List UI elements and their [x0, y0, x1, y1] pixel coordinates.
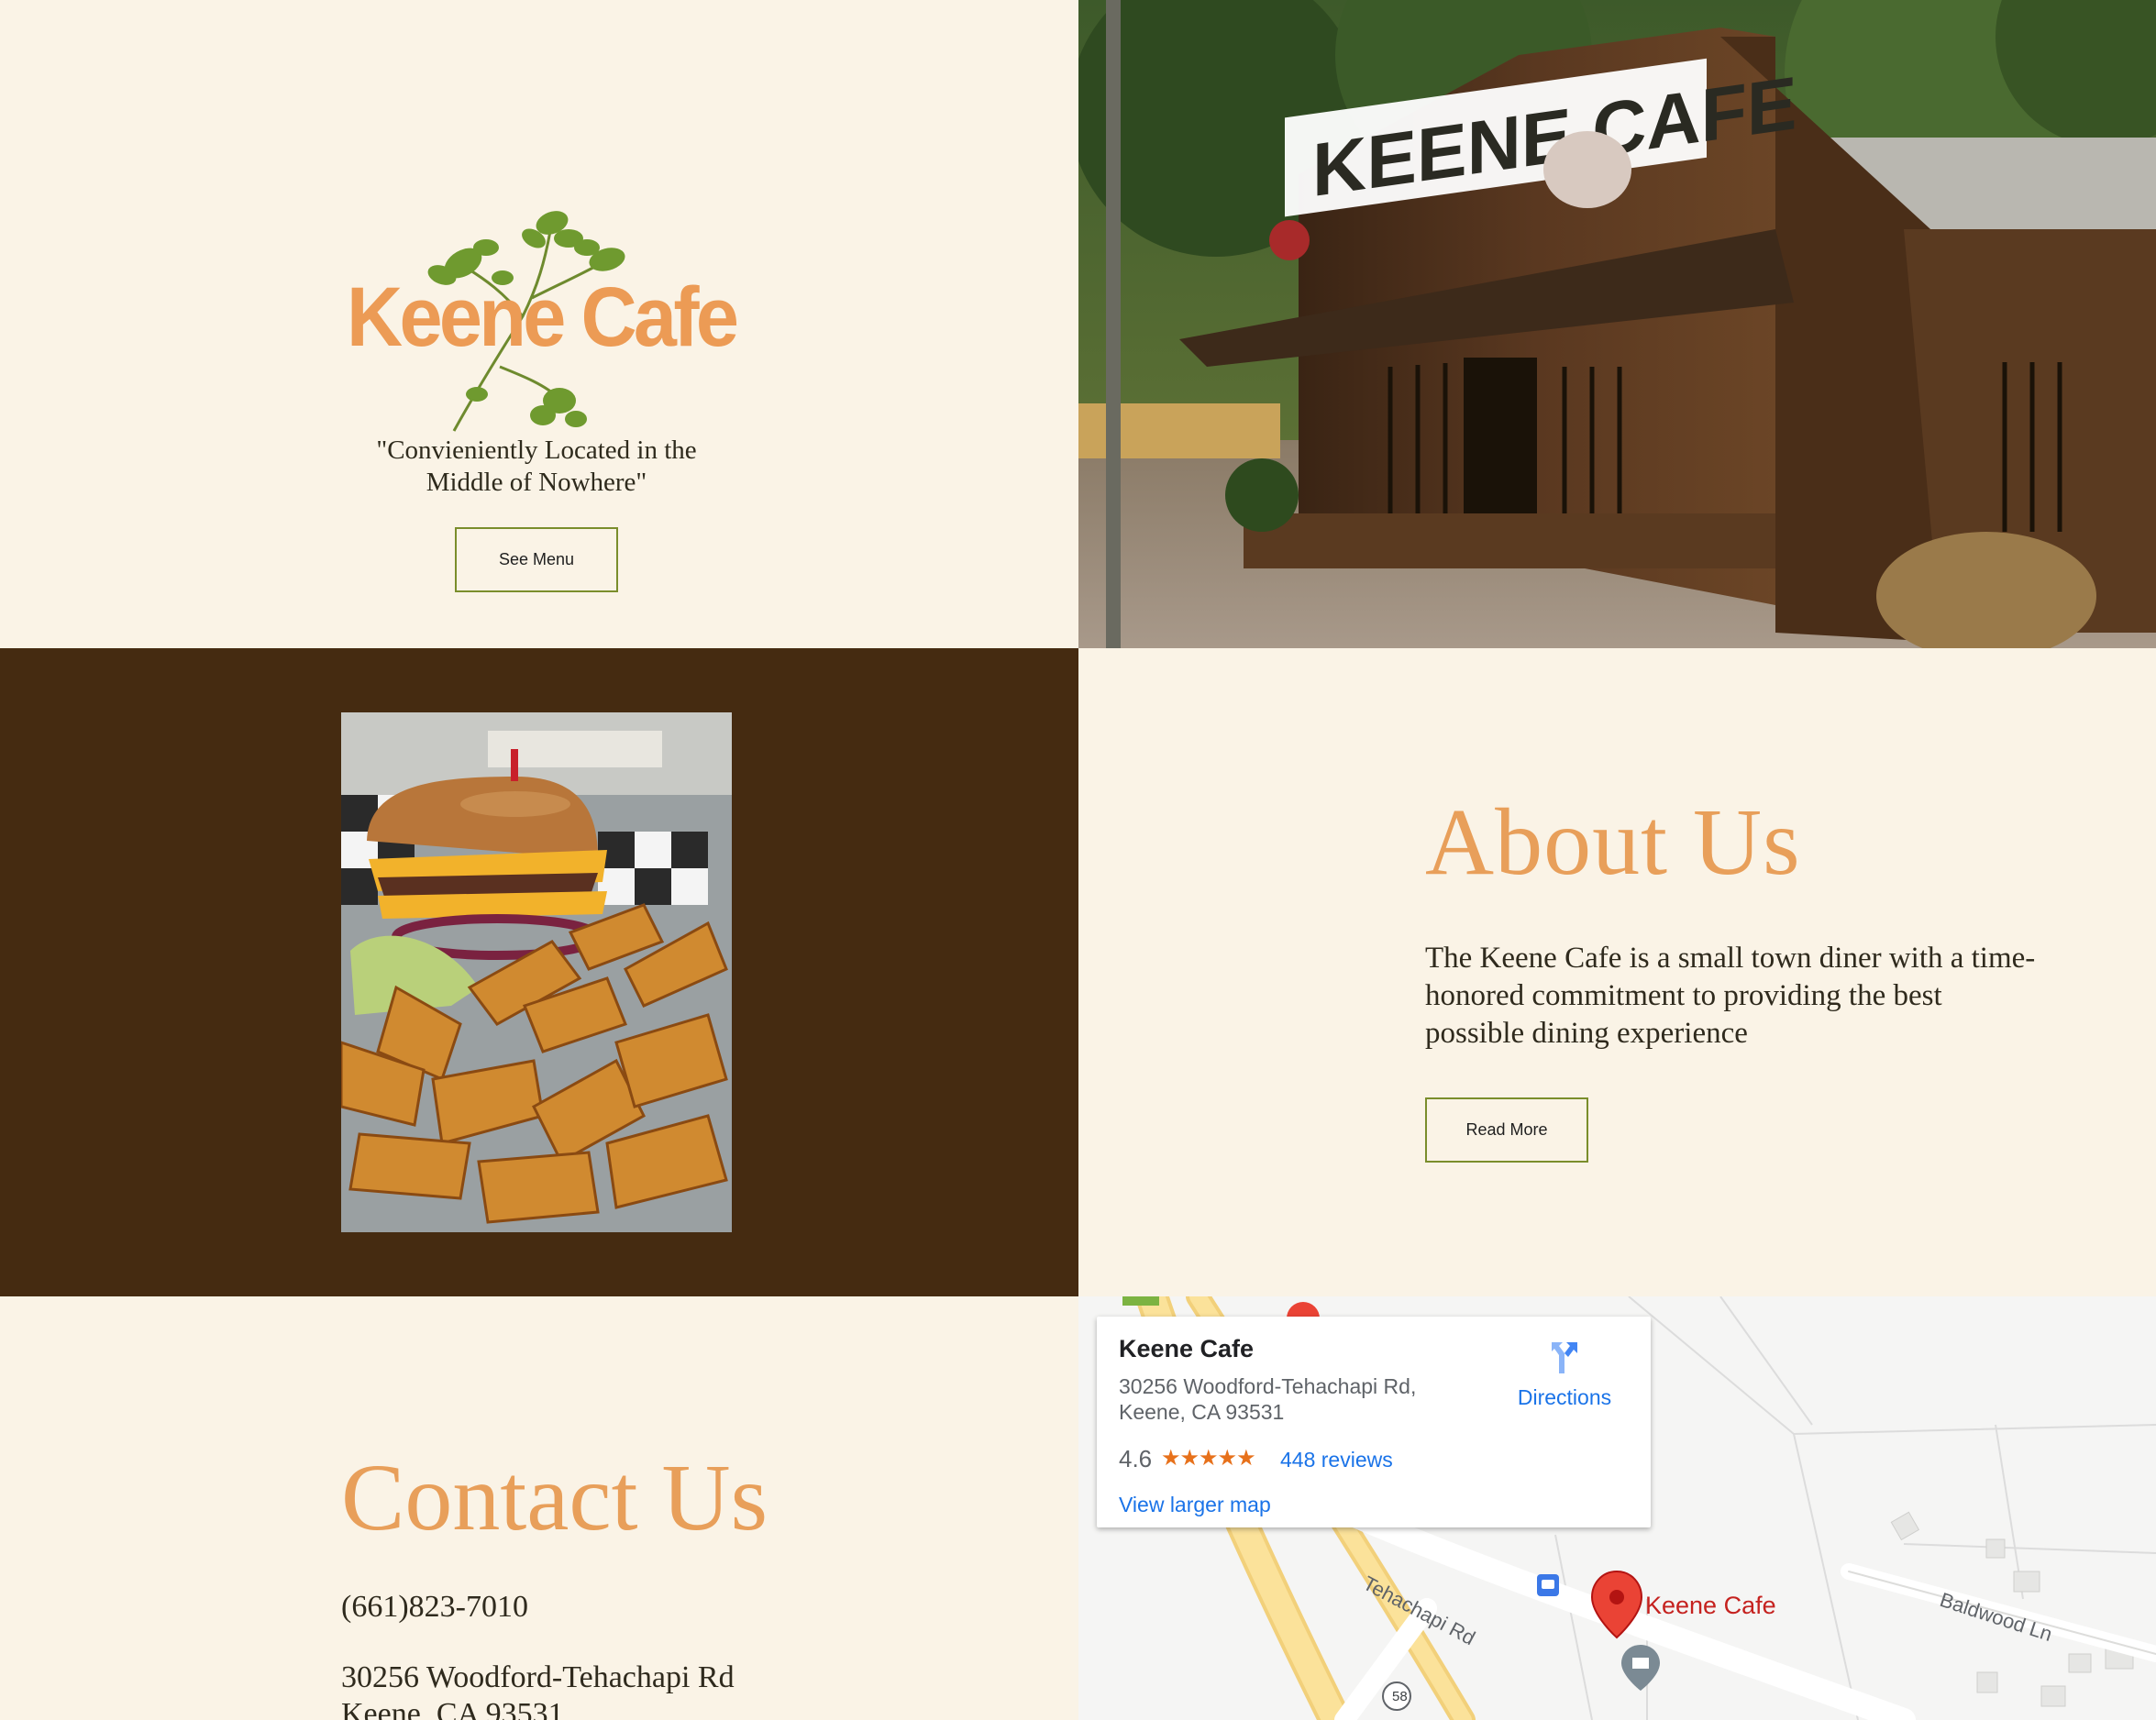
hero-section: Keene Cafe "Convieniently Located in the… [0, 0, 2156, 648]
contact-phone: (661)823-7010 [341, 1590, 528, 1624]
contact-address-line2: Keene, CA 93531 [341, 1697, 564, 1720]
read-more-button[interactable]: Read More [1425, 1097, 1588, 1163]
contact-address: 30256 Woodford-Tehachapi Rd Keene, CA 93… [341, 1659, 735, 1720]
about-panel: About Us The Keene Cafe is a small town … [1078, 648, 2156, 1296]
map-embed[interactable]: Keene Cafe Tehachapi Rd Baldwood Ln 58 K… [1078, 1296, 2156, 1720]
map-place-card: Keene Cafe 30256 Woodford-Tehachapi Rd, … [1097, 1317, 1651, 1527]
contact-address-line1: 30256 Woodford-Tehachapi Rd [341, 1660, 735, 1694]
burger-fries-image [341, 712, 732, 1232]
contact-title: Contact Us [341, 1445, 768, 1550]
place-address: 30256 Woodford-Tehachapi Rd, Keene, CA 9… [1119, 1373, 1486, 1425]
page: Keene Cafe "Convieniently Located in the… [0, 0, 2156, 1720]
place-address-line1: 30256 Woodford-Tehachapi Rd, [1119, 1374, 1417, 1398]
rating-stars-icon: ★★★★★ [1161, 1446, 1256, 1471]
about-title: About Us [1425, 789, 1801, 895]
place-address-line2: Keene, CA 93531 [1119, 1400, 1285, 1424]
see-menu-button[interactable]: See Menu [455, 527, 618, 592]
directions-icon [1552, 1342, 1577, 1373]
map-pin-label: Keene Cafe [1645, 1592, 1776, 1619]
about-body: The Keene Cafe is a small town diner wit… [1425, 942, 2036, 1050]
directions-button[interactable]: Directions [1500, 1337, 1629, 1410]
tagline: "Convieniently Located in the Middle of … [376, 436, 697, 497]
food-panel [0, 648, 1078, 1296]
place-rating: 4.6 [1119, 1445, 1153, 1472]
reviews-link[interactable]: 448 reviews [1280, 1448, 1393, 1472]
directions-label: Directions [1517, 1385, 1612, 1409]
about-section: About Us The Keene Cafe is a small town … [0, 648, 2156, 1296]
cafe-building-image: KEENE CAFE [1078, 0, 2156, 648]
burger-photo [341, 712, 732, 1232]
contact-panel: Contact Us (661)823-7010 30256 Woodford-… [0, 1296, 1078, 1720]
cafe-photo: KEENE CAFE [1078, 0, 2156, 648]
place-name: Keene Cafe [1119, 1335, 1255, 1362]
hero-left-panel: Keene Cafe "Convieniently Located in the… [0, 0, 1078, 648]
contact-section: Contact Us (661)823-7010 30256 Woodford-… [0, 1296, 2156, 1720]
highway-shield-label: 58 [1392, 1689, 1408, 1704]
logo-text: Keene Cafe [347, 270, 739, 364]
view-larger-map-link[interactable]: View larger map [1119, 1493, 1271, 1517]
